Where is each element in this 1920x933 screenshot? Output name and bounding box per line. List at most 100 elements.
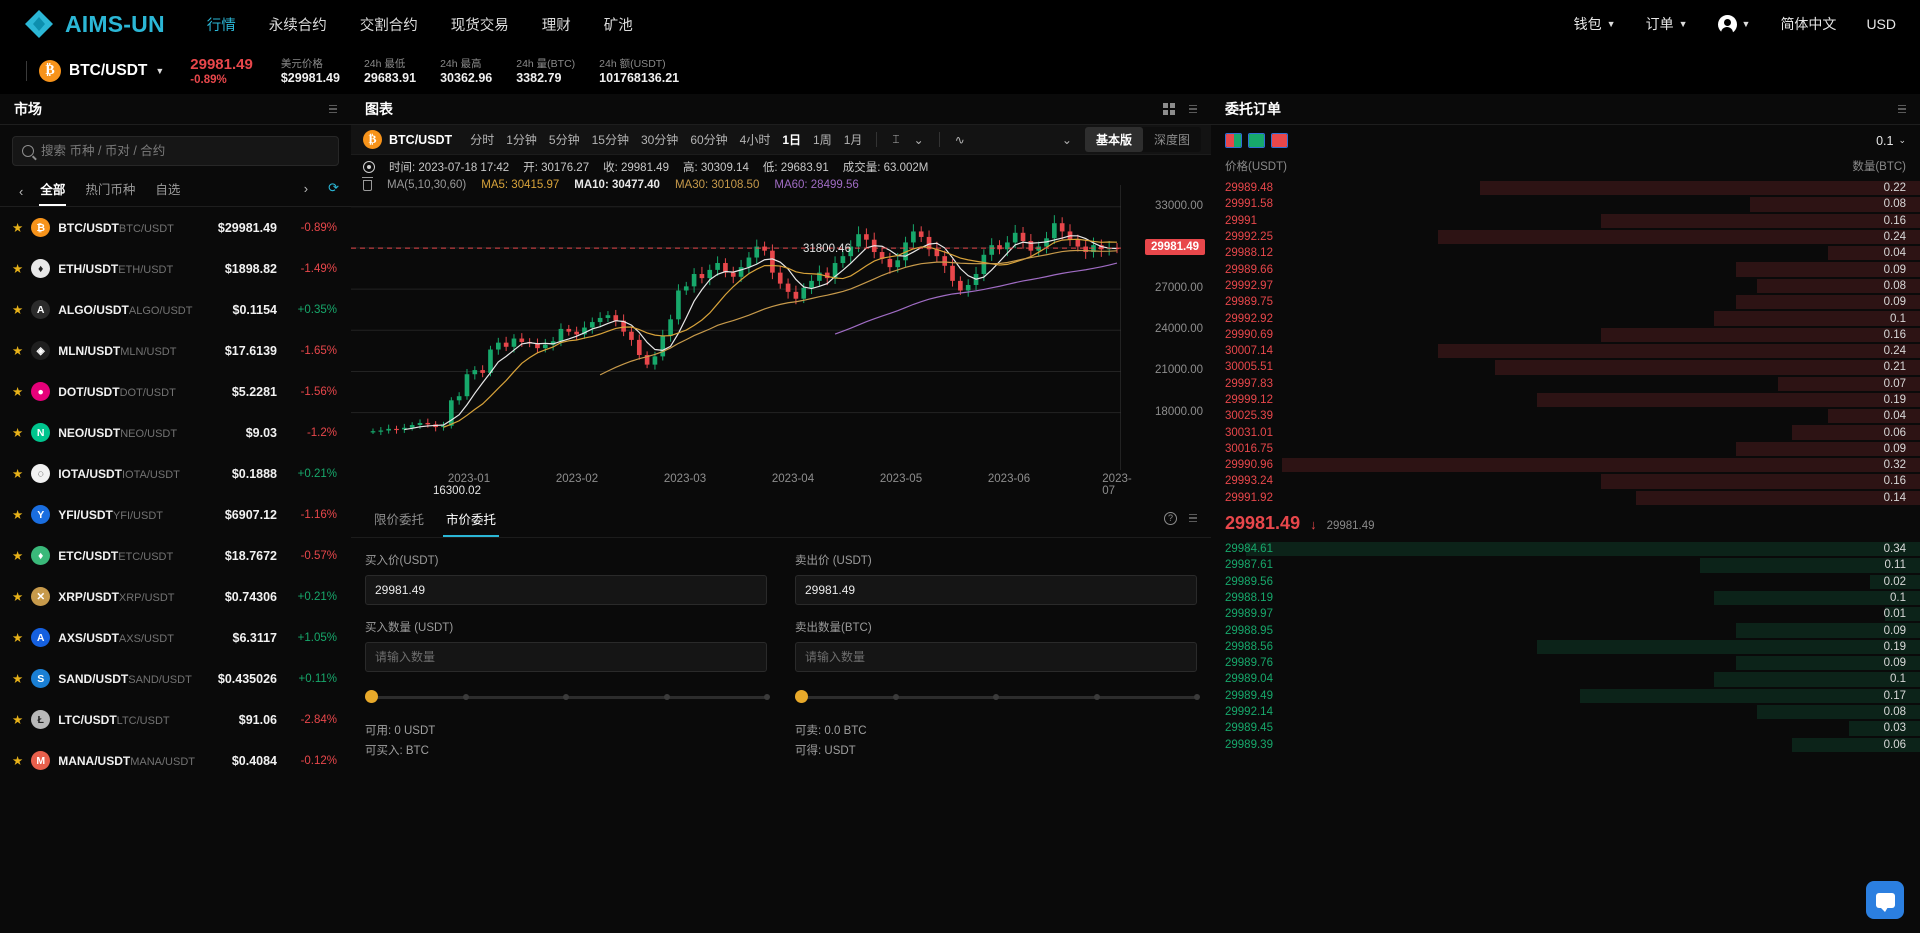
book-view-bids-icon[interactable] bbox=[1248, 133, 1265, 148]
market-search-box[interactable] bbox=[12, 136, 339, 166]
timeframe-5m[interactable]: 5分钟 bbox=[543, 129, 586, 150]
chart-view-basic[interactable]: 基本版 bbox=[1085, 127, 1143, 152]
buy-amount-field[interactable] bbox=[375, 650, 757, 664]
ask-row[interactable]: 29993.240.16 bbox=[1211, 473, 1920, 489]
sell-amount-input[interactable] bbox=[795, 642, 1197, 672]
timeframe-15m[interactable]: 15分钟 bbox=[586, 129, 635, 150]
bid-row[interactable]: 29992.140.08 bbox=[1211, 704, 1920, 720]
favorite-star-icon[interactable]: ★ bbox=[12, 384, 23, 399]
bid-row[interactable]: 29988.950.09 bbox=[1211, 622, 1920, 638]
bid-row[interactable]: 29989.040.1 bbox=[1211, 671, 1920, 687]
bid-row[interactable]: 29988.560.19 bbox=[1211, 639, 1920, 655]
ask-row[interactable]: 29989.480.22 bbox=[1211, 180, 1920, 196]
panel-menu-icon[interactable] bbox=[1189, 514, 1197, 523]
favorite-star-icon[interactable]: ★ bbox=[12, 507, 23, 522]
favorite-star-icon[interactable]: ★ bbox=[12, 671, 23, 686]
account-menu[interactable]: ▼ bbox=[1718, 15, 1751, 34]
market-row[interactable]: ★NNEO/USDTNEO/USDT$9.03-1.2% bbox=[0, 412, 351, 453]
chart-view-depth[interactable]: 深度图 bbox=[1143, 127, 1201, 152]
market-row[interactable]: ★ŁLTC/USDTLTC/USDT$91.06-2.84% bbox=[0, 699, 351, 740]
ask-row[interactable]: 29989.750.09 bbox=[1211, 294, 1920, 310]
asks-list[interactable]: 29989.480.2229991.580.08299910.1629992.2… bbox=[1211, 180, 1920, 506]
ask-row[interactable]: 29988.120.04 bbox=[1211, 245, 1920, 261]
market-row[interactable]: ★✕XRP/USDTXRP/USDT$0.74306+0.21% bbox=[0, 576, 351, 617]
favorite-star-icon[interactable]: ★ bbox=[12, 466, 23, 481]
favorite-star-icon[interactable]: ★ bbox=[12, 261, 23, 276]
orders-menu[interactable]: 订单 ▼ bbox=[1646, 14, 1688, 34]
buy-amount-slider[interactable] bbox=[365, 686, 767, 708]
ask-row[interactable]: 29997.830.07 bbox=[1211, 376, 1920, 392]
indicator-wave-icon[interactable]: ∿ bbox=[948, 131, 972, 149]
nav-link-perpetual[interactable]: 永续合约 bbox=[269, 14, 327, 35]
favorite-star-icon[interactable]: ★ bbox=[12, 220, 23, 235]
sell-price-field[interactable] bbox=[805, 583, 1187, 597]
ask-row[interactable]: 29999.120.19 bbox=[1211, 392, 1920, 408]
ask-row[interactable]: 29992.920.1 bbox=[1211, 310, 1920, 326]
ask-row[interactable]: 30031.010.06 bbox=[1211, 424, 1920, 440]
market-row[interactable]: ★◌IOTA/USDTIOTA/USDT$0.1888+0.21% bbox=[0, 453, 351, 494]
bid-row[interactable]: 29984.610.34 bbox=[1211, 541, 1920, 557]
tabs-prev-icon[interactable]: ‹ bbox=[12, 184, 30, 199]
market-row[interactable]: ★●DOT/USDTDOT/USDT$5.2281-1.56% bbox=[0, 371, 351, 412]
favorite-star-icon[interactable]: ★ bbox=[12, 712, 23, 727]
bid-row[interactable]: 29989.450.03 bbox=[1211, 720, 1920, 736]
order-tab-limit[interactable]: 限价委托 bbox=[365, 505, 433, 537]
market-row[interactable]: ★₿BTC/USDTBTC/USDT$29981.49-0.89% bbox=[0, 207, 351, 248]
language-selector[interactable]: 简体中文 bbox=[1780, 14, 1836, 34]
timeframe-1mo[interactable]: 1月 bbox=[838, 129, 869, 150]
chart-canvas-area[interactable]: 时间: 2023-07-18 17:42 开: 30176.27 收: 2998… bbox=[351, 155, 1211, 495]
visibility-eye-icon[interactable] bbox=[363, 161, 375, 173]
sell-price-input[interactable] bbox=[795, 575, 1197, 605]
buy-price-input[interactable] bbox=[365, 575, 767, 605]
ask-row[interactable]: 30005.510.21 bbox=[1211, 359, 1920, 375]
favorite-star-icon[interactable]: ★ bbox=[12, 548, 23, 563]
pair-selector[interactable]: ₿ BTC/USDT ▼ bbox=[39, 60, 164, 82]
brand-logo[interactable]: AIMS-UN bbox=[24, 9, 165, 39]
market-row[interactable]: ★SSAND/USDTSAND/USDT$0.435026+0.11% bbox=[0, 658, 351, 699]
ask-row[interactable]: 29990.690.16 bbox=[1211, 327, 1920, 343]
candlestick-type-icon[interactable]: ⌶ bbox=[885, 130, 906, 149]
timeframe-30m[interactable]: 30分钟 bbox=[635, 129, 684, 150]
bid-row[interactable]: 29989.760.09 bbox=[1211, 655, 1920, 671]
precision-selector[interactable]: 0.1 ⌄ bbox=[1876, 134, 1906, 148]
timeframe-realtime[interactable]: 分时 bbox=[464, 129, 500, 150]
nav-link-market[interactable]: 行情 bbox=[207, 14, 236, 35]
help-icon[interactable]: ? bbox=[1164, 512, 1177, 525]
market-row[interactable]: ★◈MLN/USDTMLN/USDT$17.6139-1.65% bbox=[0, 330, 351, 371]
favorite-star-icon[interactable]: ★ bbox=[12, 425, 23, 440]
support-chat-button[interactable] bbox=[1866, 881, 1904, 919]
bid-row[interactable]: 29987.610.11 bbox=[1211, 557, 1920, 573]
timeframe-4h[interactable]: 4小时 bbox=[734, 129, 777, 150]
chevron-down-icon[interactable]: ⌄ bbox=[907, 131, 931, 149]
bid-row[interactable]: 29989.560.02 bbox=[1211, 574, 1920, 590]
tabs-next-icon[interactable]: › bbox=[297, 181, 315, 196]
nav-link-mining-pool[interactable]: 矿池 bbox=[604, 14, 633, 35]
sell-amount-slider[interactable] bbox=[795, 686, 1197, 708]
ask-row[interactable]: 299910.16 bbox=[1211, 213, 1920, 229]
ask-row[interactable]: 30016.750.09 bbox=[1211, 441, 1920, 457]
ask-row[interactable]: 29990.960.32 bbox=[1211, 457, 1920, 473]
ask-row[interactable]: 30007.140.24 bbox=[1211, 343, 1920, 359]
slider-knob[interactable] bbox=[795, 690, 808, 703]
bid-row[interactable]: 29989.490.17 bbox=[1211, 688, 1920, 704]
panel-menu-icon[interactable] bbox=[1898, 105, 1906, 114]
market-row[interactable]: ★YYFI/USDTYFI/USDT$6907.12-1.16% bbox=[0, 494, 351, 535]
timeframe-1w[interactable]: 1周 bbox=[807, 129, 838, 150]
panel-menu-icon[interactable] bbox=[329, 105, 337, 114]
nav-link-futures[interactable]: 交割合约 bbox=[360, 14, 418, 35]
bid-row[interactable]: 29989.390.06 bbox=[1211, 737, 1920, 753]
market-row[interactable]: ★AALGO/USDTALGO/USDT$0.1154+0.35% bbox=[0, 289, 351, 330]
ask-row[interactable]: 29992.970.08 bbox=[1211, 278, 1920, 294]
market-row[interactable]: ★♦ETH/USDTETH/USDT$1898.82-1.49% bbox=[0, 248, 351, 289]
panel-menu-icon[interactable] bbox=[1189, 105, 1197, 114]
favorite-star-icon[interactable]: ★ bbox=[12, 302, 23, 317]
nav-link-spot[interactable]: 现货交易 bbox=[451, 14, 509, 35]
ask-row[interactable]: 29991.580.08 bbox=[1211, 196, 1920, 212]
nav-link-finance[interactable]: 理财 bbox=[542, 14, 571, 35]
wallet-menu[interactable]: 钱包 ▼ bbox=[1574, 14, 1616, 34]
buy-price-field[interactable] bbox=[375, 583, 757, 597]
favorite-star-icon[interactable]: ★ bbox=[12, 343, 23, 358]
book-view-both-icon[interactable] bbox=[1225, 133, 1242, 148]
currency-selector[interactable]: USD bbox=[1866, 16, 1896, 32]
ask-row[interactable]: 29991.920.14 bbox=[1211, 490, 1920, 506]
